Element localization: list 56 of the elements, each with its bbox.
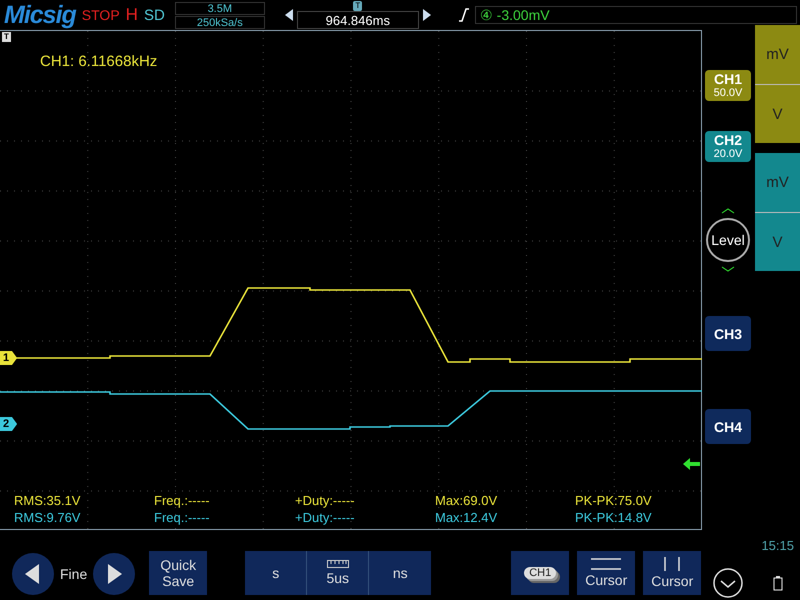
quick-save-button[interactable]: Quick Save — [149, 551, 208, 595]
measurement-value: Freq.:----- — [154, 510, 211, 525]
channel-select-button[interactable]: CH1 — [511, 551, 570, 595]
frequency-readout: CH1: 6.11668kHz — [40, 53, 158, 70]
trigger-level: ④ -3.00mV — [474, 6, 797, 24]
channel-button[interactable]: CH2 20.0V — [705, 131, 751, 162]
chevron-down-circle-icon[interactable] — [713, 568, 744, 598]
channel-button[interactable]: CH1 50.0V — [705, 70, 751, 101]
channel-marker[interactable]: 2 — [0, 417, 18, 431]
channel-marker[interactable]: 1 — [0, 351, 18, 365]
horizontal-cursor-icon — [591, 558, 622, 570]
cursor-button[interactable]: Cursor — [643, 551, 702, 595]
channel-chip: CH1 — [524, 567, 556, 579]
channel-button[interactable]: CH4 — [705, 409, 751, 444]
scale-unit-button[interactable]: V — [755, 212, 800, 271]
memory-depth: 3.5M — [174, 2, 265, 14]
cursor-button[interactable]: Cursor — [577, 551, 636, 595]
scale-unit-button[interactable]: V — [755, 84, 800, 143]
acquire-mode: SD — [144, 6, 165, 24]
run-state[interactable]: STOP — [82, 7, 120, 23]
timebase-button[interactable]: ns — [369, 551, 432, 595]
right-triangle-icon — [106, 564, 122, 584]
measurement-value: Freq.:----- — [154, 493, 211, 508]
timebase-position: 964.846ms — [296, 11, 419, 29]
left-triangle-icon — [25, 564, 41, 584]
trigger-position-marker: T — [353, 1, 362, 11]
measurement-value: +Duty:----- — [295, 493, 356, 508]
vertical-cursor-icon — [662, 557, 682, 571]
measurement-value: +Duty:----- — [295, 510, 356, 525]
scale-unit-button[interactable]: mV — [755, 153, 800, 212]
level-knob[interactable]: Level — [706, 218, 750, 262]
measurement-value: Max:12.4V — [435, 510, 498, 525]
clock: 15:15 — [761, 538, 794, 553]
sample-rate: 250kSa/s — [174, 16, 265, 28]
chevron-down-icon[interactable] — [721, 266, 735, 272]
measurement-value: PK-PK:75.0V — [575, 493, 653, 508]
previous-button[interactable] — [12, 553, 54, 595]
trigger-mode: H — [126, 5, 138, 25]
measurement-value: Max:69.0V — [435, 493, 498, 508]
right-arrow-icon[interactable] — [422, 9, 431, 21]
ruler-icon — [326, 560, 349, 568]
measurement-value: PK-PK:14.8V — [575, 510, 653, 525]
timebase-button[interactable]: s — [245, 551, 308, 595]
measurement-value: RMS:9.76V — [14, 510, 82, 525]
next-button[interactable] — [93, 553, 136, 595]
fine-label: Fine — [60, 566, 88, 582]
brand-logo: Micsig — [4, 0, 76, 30]
measurement-value: RMS:35.1V — [14, 493, 82, 508]
left-arrow-icon[interactable] — [284, 9, 293, 21]
chevron-up-icon[interactable] — [721, 208, 735, 214]
rising-edge-icon — [458, 8, 469, 22]
trigger-marker: T — [2, 32, 11, 42]
scale-unit-button[interactable]: mV — [755, 25, 800, 84]
channel-button[interactable]: CH3 — [705, 316, 751, 351]
battery-icon — [773, 575, 784, 591]
timebase-button[interactable]: 5us — [307, 551, 370, 595]
